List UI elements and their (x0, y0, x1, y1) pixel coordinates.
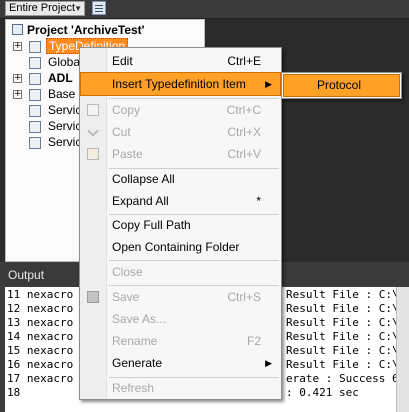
menu-item-label: Copy Full Path (112, 218, 191, 232)
submenu-arrow-icon: ▶ (265, 358, 272, 368)
menu-item-insert-typedefinition-item[interactable]: Insert Typedefinition Item ▶ (80, 72, 281, 96)
menu-item-label: Save (112, 290, 140, 304)
menu-item-shortcut: F2 (246, 334, 261, 348)
menu-item-label: Refresh (112, 381, 155, 395)
menu-item-label: Open Containing Folder (112, 240, 240, 254)
adl-icon (29, 73, 41, 85)
tree-root-label: Project 'ArchiveTest' (27, 23, 145, 37)
insert-typedefinition-submenu: Protocol (281, 72, 402, 99)
menu-item-label: Rename (112, 334, 158, 348)
output-line: 13 nexacro (7, 316, 74, 329)
menu-item-copy[interactable]: Copy Ctrl+C (81, 99, 280, 121)
menu-item-shortcut: Ctrl+S (227, 290, 261, 304)
menu-item-label: Copy (112, 103, 141, 117)
services-icon (29, 137, 41, 149)
menu-item-save-as[interactable]: Save As... (81, 308, 280, 330)
global-icon (29, 57, 41, 69)
typedefinition-icon (29, 41, 41, 53)
expand-icon[interactable]: + (13, 42, 22, 51)
project-icon (12, 24, 23, 35)
menu-item-label: Close (112, 265, 143, 279)
submenu-arrow-icon: ▶ (265, 79, 272, 89)
menu-item-save[interactable]: Save Ctrl+S (81, 286, 280, 308)
save-icon (87, 291, 99, 303)
output-line-tail: erate : Success 6, (286, 372, 406, 385)
cut-icon (87, 125, 99, 137)
output-title: Output (8, 268, 45, 282)
tree-item-adl[interactable]: ADL (48, 71, 73, 86)
menu-item-label: Collapse All (112, 172, 175, 186)
menu-item-label: Save As... (112, 312, 167, 326)
menu-item-shortcut: Ctrl+V (227, 147, 261, 161)
paste-icon (87, 148, 99, 160)
expand-icon[interactable]: + (13, 74, 22, 83)
menu-item-label: Insert Typedefinition Item (112, 77, 246, 91)
menu-item-label: Paste (112, 147, 143, 161)
output-line-tail: Result File : C:\U (286, 288, 406, 301)
menu-item-collapse-all[interactable]: Collapse All (81, 168, 280, 190)
menu-item-shortcut: Ctrl+E (227, 54, 261, 68)
menu-item-edit[interactable]: Edit Ctrl+E (81, 50, 280, 72)
tree-item-label: Global (48, 55, 83, 69)
expand-icon[interactable]: + (13, 90, 22, 99)
menu-item-label: Protocol (317, 78, 362, 92)
menu-item-label: Generate (112, 356, 163, 370)
menu-item-shortcut: Ctrl+C (226, 103, 261, 117)
output-line: 14 nexacro (7, 330, 74, 343)
services-icon (29, 121, 41, 133)
copy-icon (87, 104, 99, 116)
output-line-tail: Result File : C:\U (286, 316, 406, 329)
menu-item-label: Expand All (112, 194, 169, 208)
output-line-tail: Result File : C:\U (286, 344, 406, 357)
output-line: 12 nexacro (7, 302, 74, 315)
context-menu: Edit Ctrl+E Insert Typedefinition Item ▶… (79, 47, 282, 400)
menu-item-open-containing-folder[interactable]: Open Containing Folder (81, 236, 280, 258)
explorer-toolbar: Entire Project ▼ (0, 0, 409, 19)
output-line-tail: Result File : C:\U (286, 330, 406, 343)
menu-item-label: Edit (112, 54, 133, 68)
menu-item-refresh[interactable]: Refresh (81, 377, 280, 399)
menu-item-close[interactable]: Close (81, 261, 280, 283)
output-line-tail: Result File : C:\U (286, 302, 406, 315)
tree-item-global[interactable]: Global (48, 55, 83, 70)
tree-item-base[interactable]: Base (48, 87, 75, 102)
menu-item-shortcut: * (256, 194, 261, 208)
menu-item-copy-full-path[interactable]: Copy Full Path (81, 214, 280, 236)
output-line: 11 nexacro (7, 288, 74, 301)
output-line: 17 nexacro (7, 372, 74, 385)
menu-item-label: Cut (112, 125, 131, 139)
menu-item-generate[interactable]: Generate ▶ (81, 352, 280, 374)
menu-item-cut[interactable]: Cut Ctrl+X (81, 121, 280, 143)
filter-icon[interactable] (92, 1, 106, 15)
output-line-tail: Result File : C:\U (286, 358, 406, 371)
output-line: 15 nexacro (7, 344, 74, 357)
output-line-tail: : 0.421 sec (286, 386, 359, 399)
output-line: 16 nexacro (7, 358, 74, 371)
output-scrollbar[interactable] (396, 287, 409, 412)
scope-dropdown-value: Entire Project (9, 2, 76, 14)
tree-root[interactable]: Project 'ArchiveTest' (12, 23, 145, 38)
tree-item-label: ADL (48, 71, 73, 85)
scope-dropdown[interactable]: Entire Project ▼ (5, 1, 85, 16)
menu-item-protocol[interactable]: Protocol (283, 74, 400, 97)
tree-item-label: Base (48, 87, 76, 101)
base-icon (29, 89, 41, 101)
output-line: 18 (7, 386, 21, 399)
menu-item-rename[interactable]: Rename F2 (81, 330, 280, 352)
menu-item-paste[interactable]: Paste Ctrl+V (81, 143, 280, 165)
chevron-down-icon: ▼ (74, 4, 82, 13)
menu-item-expand-all[interactable]: Expand All * (81, 190, 280, 212)
menu-item-shortcut: Ctrl+X (227, 125, 261, 139)
services-icon (29, 105, 41, 117)
